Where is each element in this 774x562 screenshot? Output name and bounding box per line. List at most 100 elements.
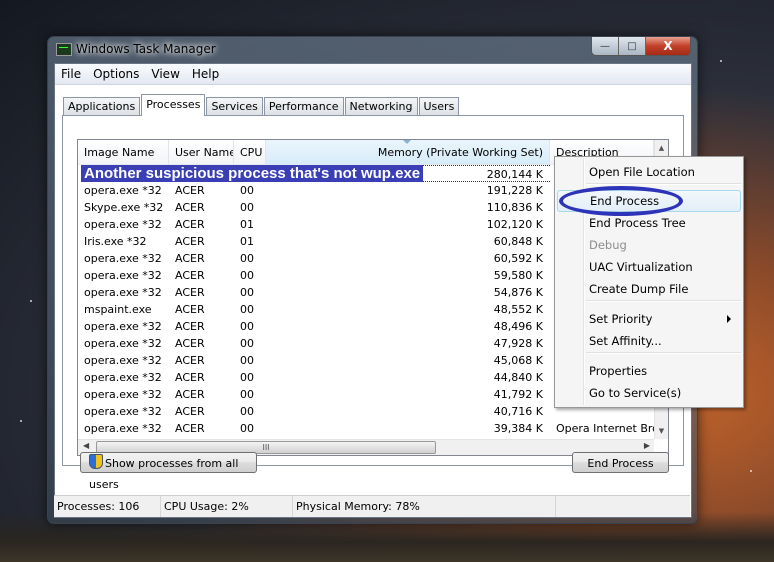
cell-user-name: ACER — [175, 337, 205, 350]
cell-cpu: 00 — [240, 337, 254, 350]
menu-options[interactable]: Options — [87, 67, 145, 81]
cell-user-name: ACER — [175, 286, 205, 299]
cell-user-name: ACER — [175, 235, 205, 248]
tab-strip: Applications Processes Services Performa… — [63, 94, 460, 116]
context-item-set-priority[interactable]: Set Priority — [557, 308, 741, 330]
show-all-users-button[interactable]: Show processes from all users — [80, 452, 257, 491]
cell-cpu: 00 — [240, 371, 254, 384]
context-item-properties[interactable]: Properties — [557, 360, 741, 382]
cell-image-name: opera.exe *32 — [84, 422, 162, 435]
cell-image-name: opera.exe *32 — [84, 252, 162, 265]
star — [750, 470, 752, 472]
cell-memory: 54,876 K — [493, 286, 543, 299]
cell-description: Opera Internet Brov — [556, 422, 654, 435]
cell-memory: 60,592 K — [493, 252, 543, 265]
context-item-open-file-location[interactable]: Open File Location — [557, 161, 741, 183]
cell-cpu: 00 — [240, 269, 254, 282]
context-item-label: Debug — [589, 238, 627, 252]
menu-help[interactable]: Help — [186, 67, 225, 81]
cell-image-name: opera.exe *32 — [84, 405, 162, 418]
context-item-label: End Process Tree — [589, 216, 686, 230]
cell-image-name: Iris.exe *32 — [84, 235, 147, 248]
annotation-banner: Another suspicious process that's not wu… — [81, 165, 424, 182]
maximize-button[interactable]: □ — [619, 37, 646, 55]
status-cpu-usage: CPU Usage: 2% — [161, 496, 293, 517]
context-item-label: Open File Location — [589, 165, 695, 179]
window-controls: — □ X — [591, 37, 691, 56]
cell-cpu: 01 — [240, 218, 254, 231]
show-all-users-label: Show processes from all users — [89, 457, 239, 491]
cell-user-name: ACER — [175, 252, 205, 265]
tab-performance[interactable]: Performance — [263, 97, 344, 115]
context-item-label: Properties — [589, 364, 648, 378]
cell-cpu: 00 — [240, 405, 254, 418]
status-processes: Processes: 106 — [54, 496, 161, 517]
cell-cpu: 00 — [240, 354, 254, 367]
context-item-create-dump-file[interactable]: Create Dump File — [557, 278, 741, 300]
cell-image-name: opera.exe *32 — [84, 320, 162, 333]
cell-memory: 102,120 K — [486, 218, 543, 231]
scroll-left-icon[interactable]: ◀ — [83, 441, 89, 450]
star — [20, 420, 22, 422]
cell-memory: 40,716 K — [493, 405, 543, 418]
title-bar[interactable]: Windows Task Manager — □ X — [48, 37, 697, 63]
tab-networking[interactable]: Networking — [344, 97, 418, 115]
cell-user-name: ACER — [175, 184, 205, 197]
end-process-button[interactable]: End Process — [572, 452, 669, 473]
tab-processes[interactable]: Processes — [141, 94, 206, 116]
cell-cpu: 00 — [240, 184, 254, 197]
cell-memory: 60,848 K — [493, 235, 543, 248]
context-item-end-process-tree[interactable]: End Process Tree — [557, 212, 741, 234]
tab-applications[interactable]: Applications — [63, 97, 141, 115]
close-button[interactable]: X — [646, 37, 690, 55]
cell-user-name: ACER — [175, 320, 205, 333]
cell-memory: 59,580 K — [493, 269, 543, 282]
tab-users[interactable]: Users — [418, 97, 460, 115]
task-manager-icon — [56, 43, 72, 56]
status-physical-memory: Physical Memory: 78% — [293, 496, 556, 517]
scroll-right-icon[interactable]: ▶ — [644, 441, 650, 450]
menu-view[interactable]: View — [145, 67, 185, 81]
cell-memory: 191,228 K — [486, 184, 543, 197]
cell-memory: 110,836 K — [486, 201, 543, 214]
cell-image-name: opera.exe *32 — [84, 388, 162, 401]
cell-cpu: 00 — [240, 422, 254, 435]
process-row[interactable]: opera.exe *32 ACER 00 39,384 K Opera Interne… — [78, 420, 654, 437]
star — [720, 60, 722, 62]
cell-cpu: 01 — [240, 235, 254, 248]
cell-image-name: Skype.exe *32 — [84, 201, 164, 214]
context-item-set-affinity[interactable]: Set Affinity... — [557, 330, 741, 352]
context-item-label: Set Affinity... — [589, 334, 662, 348]
star — [30, 300, 32, 302]
menu-file[interactable]: File — [55, 67, 87, 81]
context-item-label: Create Dump File — [589, 282, 689, 296]
column-memory[interactable]: Memory (Private Working Set) — [266, 140, 550, 164]
context-item-uac-virtualization[interactable]: UAC Virtualization — [557, 256, 741, 278]
cell-cpu: 00 — [240, 303, 254, 316]
minimize-button[interactable]: — — [592, 37, 619, 55]
menu-bar: File Options View Help — [55, 64, 691, 85]
context-item-go-to-service-s[interactable]: Go to Service(s) — [557, 382, 741, 404]
cell-memory: 44,840 K — [493, 371, 543, 384]
menu-separator — [586, 300, 741, 302]
scroll-up-icon[interactable]: ▲ — [655, 140, 668, 156]
cell-image-name: opera.exe *32 — [84, 184, 162, 197]
annotation-ellipse — [559, 186, 683, 216]
column-image-name[interactable]: Image Name — [78, 140, 169, 164]
cell-user-name: ACER — [175, 303, 205, 316]
cell-cpu: 00 — [240, 320, 254, 333]
scroll-down-icon[interactable]: ▼ — [655, 423, 668, 439]
column-cpu[interactable]: CPU — [234, 140, 266, 164]
cell-image-name: opera.exe *32 — [84, 218, 162, 231]
menu-separator — [586, 183, 741, 185]
tab-services[interactable]: Services — [206, 97, 263, 115]
status-bar: Processes: 106 CPU Usage: 2% Physical Me… — [54, 495, 690, 517]
window-title: Windows Task Manager — [76, 42, 216, 56]
cell-user-name: ACER — [175, 405, 205, 418]
column-user-name[interactable]: User Name — [169, 140, 234, 164]
cell-memory: 39,384 K — [493, 422, 543, 435]
cell-image-name: mspaint.exe — [84, 303, 152, 316]
cell-image-name: opera.exe *32 — [84, 269, 162, 282]
menu-separator — [586, 352, 741, 354]
cell-cpu: 00 — [240, 286, 254, 299]
